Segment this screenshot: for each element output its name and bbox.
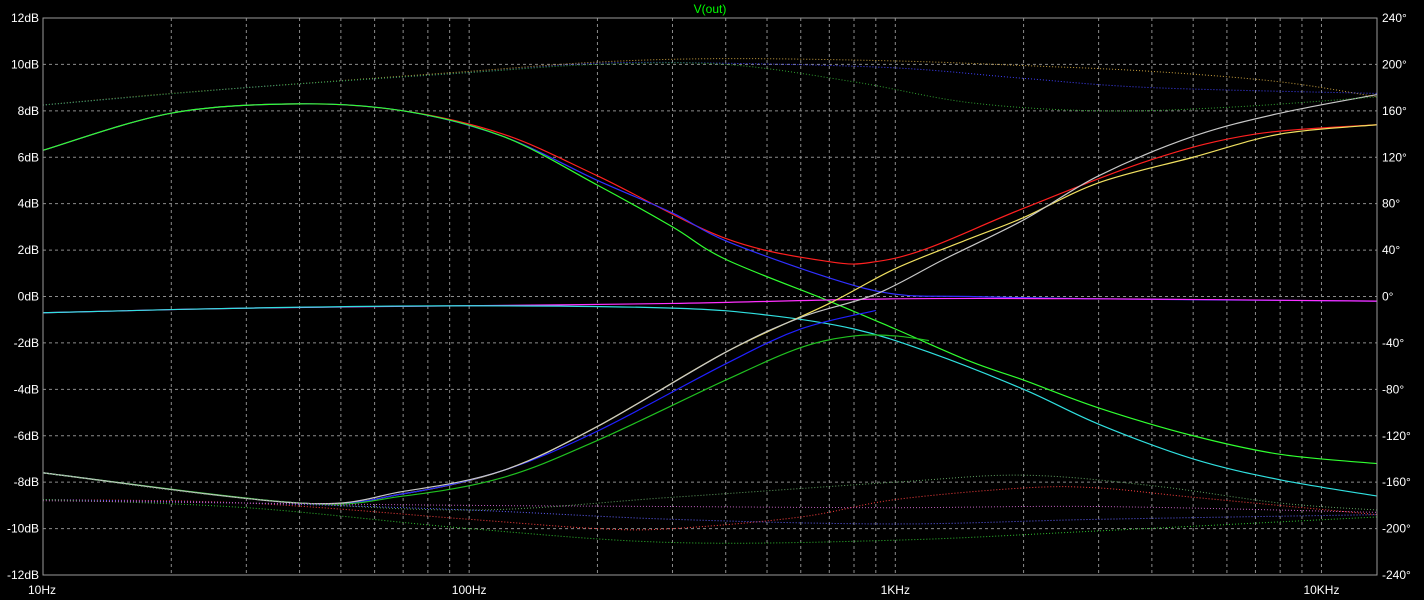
y-left-tick-label: -10dB <box>7 522 39 536</box>
y-right-tick-label: -200° <box>1382 522 1411 536</box>
y-right-tick-label: -40° <box>1382 336 1404 350</box>
y-left-tick-label: -8dB <box>14 475 39 489</box>
y-left-tick-label: -6dB <box>14 429 39 443</box>
y-right-tick-label: 200° <box>1382 57 1407 71</box>
y-right-tick-label: 240° <box>1382 11 1407 25</box>
y-left-tick-label: 6dB <box>18 150 39 164</box>
chart-title: V(out) <box>694 2 727 16</box>
y-left-tick-label: 4dB <box>18 197 39 211</box>
y-left-tick-label: -4dB <box>14 382 39 396</box>
y-left-tick-label: -2dB <box>14 336 39 350</box>
x-tick-label: 10KHz <box>1303 583 1339 597</box>
y-right-tick-label: -160° <box>1382 475 1411 489</box>
x-tick-label: 1KHz <box>881 583 910 597</box>
y-left-tick-label: 12dB <box>11 11 39 25</box>
x-tick-label: 10Hz <box>28 583 56 597</box>
y-right-tick-label: -80° <box>1382 382 1404 396</box>
y-right-tick-label: 160° <box>1382 104 1407 118</box>
y-right-tick-label: -240° <box>1382 568 1411 582</box>
y-right-tick-label: 40° <box>1382 243 1400 257</box>
y-left-tick-label: -12dB <box>7 568 39 582</box>
y-right-tick-label: 0° <box>1382 290 1394 304</box>
y-right-tick-label: 120° <box>1382 150 1407 164</box>
x-tick-label: 100Hz <box>452 583 487 597</box>
y-left-tick-label: 0dB <box>18 290 39 304</box>
y-right-tick-label: 80° <box>1382 197 1400 211</box>
y-left-tick-label: 8dB <box>18 104 39 118</box>
y-left-tick-label: 10dB <box>11 57 39 71</box>
y-right-tick-label: -120° <box>1382 429 1411 443</box>
bode-plot: V(out) 12dB 10dB 8dB 6dB 4dB 2dB 0dB -2dB -4dB -6… <box>0 0 1424 600</box>
y-left-tick-label: 2dB <box>18 243 39 257</box>
